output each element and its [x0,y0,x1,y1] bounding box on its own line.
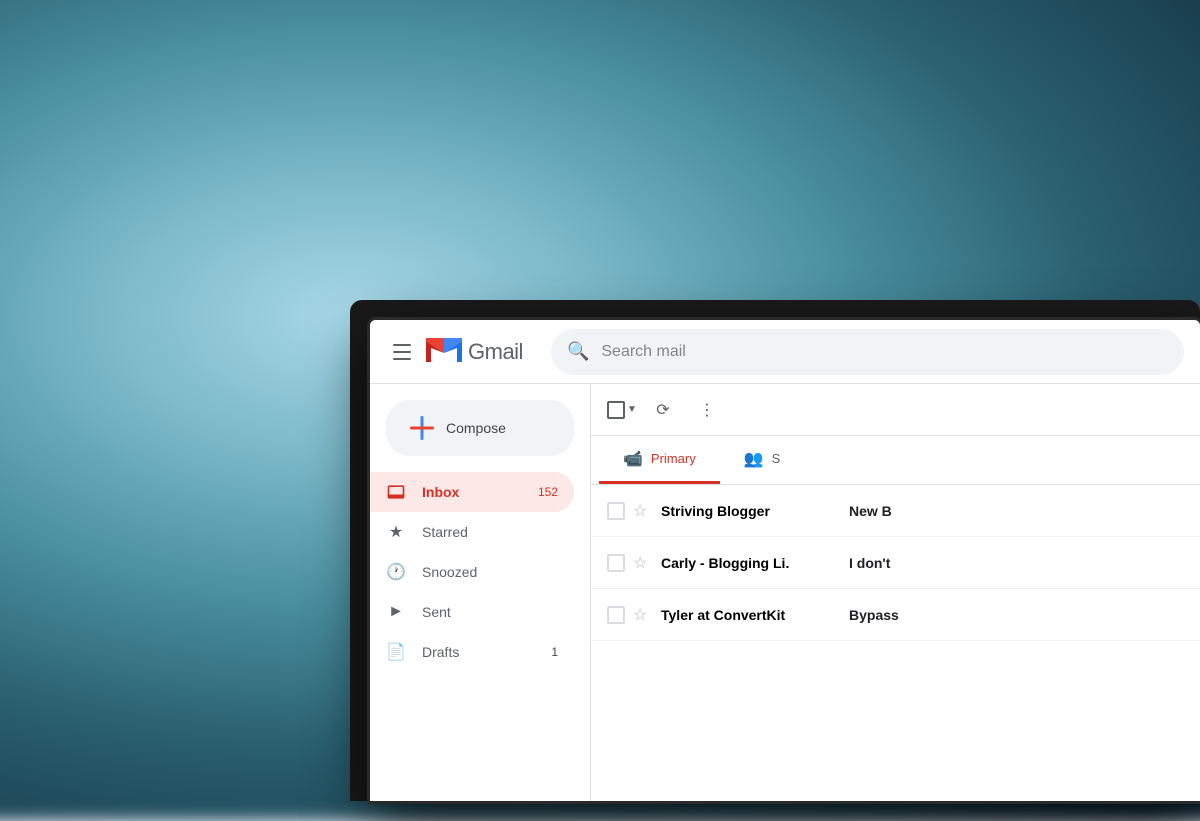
hamburger-line [393,358,411,360]
email-subject: Bypass [849,607,1184,623]
sidebar-drafts-label: Drafts [422,644,459,660]
star-icon[interactable]: ☆ [633,605,653,625]
email-row[interactable]: ☆ Carly - Blogging Li. I don't [591,537,1200,589]
sidebar-starred-label: Starred [422,524,468,540]
hamburger-line [393,351,411,353]
email-row[interactable]: ☆ Striving Blogger New B [591,485,1200,537]
drafts-count: 1 [551,645,558,659]
gmail-m-logo [426,338,462,365]
star-icon[interactable]: ☆ [633,501,653,521]
gmail-main: Compose Inbox 152 ★ Starred 🕐 [370,384,1200,801]
email-row[interactable]: ☆ Tyler at ConvertKit Bypass [591,589,1200,641]
email-checkbox[interactable] [607,502,625,520]
sidebar-item-inbox[interactable]: Inbox 152 [370,472,574,512]
select-all-checkbox[interactable] [607,401,625,419]
hamburger-line [393,344,411,346]
compose-button[interactable]: Compose [386,400,574,456]
sidebar-sent-label: Sent [422,604,451,620]
email-sender: Carly - Blogging Li. [661,555,841,571]
email-sender: Striving Blogger [661,503,841,519]
sidebar-item-snoozed[interactable]: 🕐 Snoozed [370,552,574,592]
compose-label: Compose [446,420,506,436]
sidebar-item-starred[interactable]: ★ Starred [370,512,574,552]
inbox-icon [386,482,406,502]
gmail-screen: Gmail 🔍 Search mail Compose [370,320,1200,801]
email-subject: I don't [849,555,1184,571]
email-checkbox[interactable] [607,606,625,624]
drafts-icon: 📄 [386,642,406,662]
inbox-tabs: 📹 Primary 👥 S [591,436,1200,485]
select-chevron-icon[interactable]: ▼ [627,404,637,415]
primary-tab-icon: 📹 [623,449,643,469]
star-icon[interactable]: ☆ [633,553,653,573]
select-all-dropdown[interactable]: ▼ [607,401,637,419]
social-tab-label: S [772,451,781,466]
sidebar-item-sent[interactable]: ► Sent [370,592,574,632]
menu-button[interactable] [386,336,418,368]
list-toolbar: ▼ ⟳ ⋮ [591,384,1200,436]
gmail-app: Gmail 🔍 Search mail Compose [370,320,1200,801]
email-rows: ☆ Striving Blogger New B ☆ Carly - Blogg… [591,485,1200,801]
sent-icon: ► [386,602,406,622]
social-tab-icon: 👥 [744,449,764,469]
inbox-count: 152 [538,485,558,499]
search-bar[interactable]: 🔍 Search mail [551,329,1184,375]
tab-primary[interactable]: 📹 Primary [599,436,720,484]
search-icon: 🔍 [567,341,589,362]
compose-plus-icon [410,416,434,440]
email-checkbox[interactable] [607,554,625,572]
more-options-button[interactable]: ⋮ [689,392,725,428]
sidebar-inbox-label: Inbox [422,484,459,500]
email-subject: New B [849,503,1184,519]
sidebar-item-drafts[interactable]: 📄 Drafts 1 [370,632,574,672]
app-title: Gmail [468,339,523,365]
sidebar-snoozed-label: Snoozed [422,564,477,580]
refresh-button[interactable]: ⟳ [645,392,681,428]
search-placeholder: Search mail [601,343,685,361]
sidebar: Compose Inbox 152 ★ Starred 🕐 [370,384,590,801]
email-list-panel: ▼ ⟳ ⋮ 📹 Primary 👥 S [590,384,1200,801]
gmail-logo-area: Gmail [426,338,523,365]
snoozed-icon: 🕐 [386,562,406,582]
tab-social[interactable]: 👥 S [720,436,805,484]
starred-icon: ★ [386,522,406,542]
topbar: Gmail 🔍 Search mail [370,320,1200,384]
email-sender: Tyler at ConvertKit [661,607,841,623]
primary-tab-label: Primary [651,451,696,466]
